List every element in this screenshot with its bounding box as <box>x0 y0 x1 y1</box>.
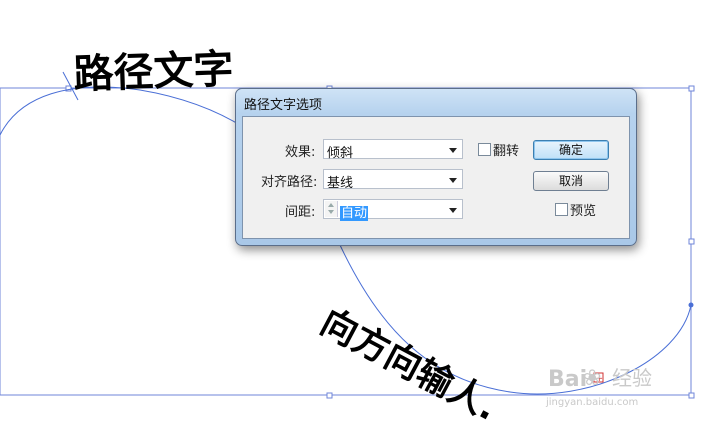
preview-checkbox[interactable] <box>555 203 568 216</box>
selection-handle-bottom-center[interactable] <box>326 392 333 399</box>
path-text-upper[interactable]: 路径文字 <box>73 46 235 98</box>
spacing-label: 间距: <box>285 205 316 220</box>
effect-value: 倾斜 <box>327 146 354 161</box>
watermark-jingyan-text: 经验 <box>612 366 652 390</box>
preview-label[interactable]: 预览 <box>570 200 596 219</box>
cancel-button[interactable]: 取消 <box>533 171 609 191</box>
watermark-url: jingyan.baidu.com <box>545 397 638 408</box>
path-text-lower[interactable]: 向方向输人. <box>314 302 504 424</box>
align-to-path-label: 对齐路径: <box>261 175 318 190</box>
chevron-down-icon <box>449 208 457 213</box>
selection-handle-bottom-right[interactable] <box>688 392 695 399</box>
chevron-down-icon <box>449 148 457 153</box>
ok-button[interactable]: 确定 <box>533 140 609 160</box>
path-text-options-dialog: 路径文字选项 效果: 倾斜 对齐路径: 基线 间距: 自动 翻转 确定 取消 预… <box>235 88 637 246</box>
stepper-up-icon[interactable] <box>328 203 334 207</box>
align-to-path-dropdown[interactable]: 基线 <box>323 169 463 191</box>
spacing-value: 自动 <box>340 206 369 221</box>
flip-checkbox[interactable] <box>478 143 491 156</box>
selection-handle-middle-right[interactable] <box>688 238 695 245</box>
stepper-down-icon[interactable] <box>328 210 334 214</box>
dialog-body: 效果: 倾斜 对齐路径: 基线 间距: 自动 翻转 确定 取消 预览 <box>242 116 630 239</box>
spacing-stepper[interactable] <box>325 201 338 217</box>
chevron-down-icon <box>449 178 457 183</box>
effect-dropdown[interactable]: 倾斜 <box>323 139 463 161</box>
dialog-title: 路径文字选项 <box>244 98 323 113</box>
path-anchor-point[interactable] <box>688 302 694 308</box>
watermark-paw-icon: ❀ <box>583 366 601 391</box>
watermark-baidu-logo: Bai <box>548 367 587 392</box>
spacing-combobox[interactable]: 自动 <box>323 199 463 221</box>
effect-label: 效果: <box>285 145 316 160</box>
flip-label[interactable]: 翻转 <box>493 140 519 159</box>
align-to-path-value: 基线 <box>327 176 354 191</box>
selection-handle-top-right[interactable] <box>688 85 695 92</box>
